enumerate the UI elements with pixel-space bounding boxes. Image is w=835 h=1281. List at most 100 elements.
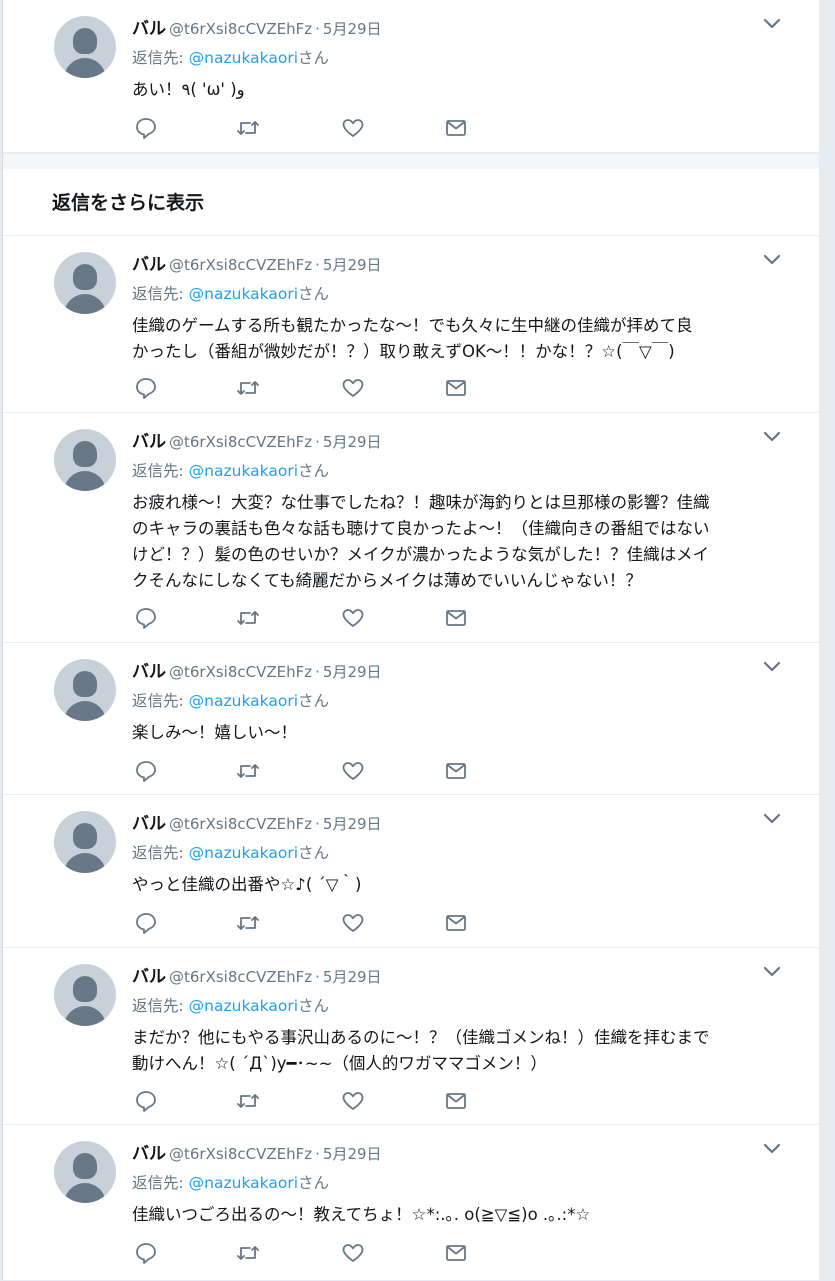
reply-suffix: さん [298,285,330,303]
more-replies-label[interactable]: 返信をさらに表示 [52,188,204,215]
avatar[interactable] [54,811,116,873]
user-handle[interactable]: @t6rXsi8cCVZEhFz [169,20,312,38]
reply-button[interactable] [134,117,160,141]
direct-message-button[interactable] [444,377,470,401]
reply-context: 返信先: @nazukakaoriさん [132,1171,329,1193]
reply-prefix: 返信先: [132,1174,189,1192]
chevron-down-icon[interactable] [761,659,783,675]
tweet[interactable]: バル @t6rXsi8cCVZEhFz · 5月29日 返信先: @nazukakao… [3,948,819,1125]
tweet[interactable]: バル @t6rXsi8cCVZEhFz · 5月29日 返信先: @nazukakao… [3,795,819,948]
retweet-icon [237,916,259,930]
retweet-button[interactable] [236,1242,262,1266]
reply-button[interactable] [134,377,160,401]
avatar[interactable] [54,964,116,1026]
tweet-date[interactable]: 5月29日 [323,256,382,274]
direct-message-icon [446,763,466,779]
user-handle[interactable]: @t6rXsi8cCVZEhFz [169,433,312,451]
user-handle[interactable]: @t6rXsi8cCVZEhFz [169,815,312,833]
tweet-header: バル @t6rXsi8cCVZEhFz · 5月29日 [132,1139,382,1164]
more-replies-header[interactable]: 返信をさらに表示 [3,169,819,236]
display-name[interactable]: バル [132,1144,166,1164]
reply-icon [136,118,156,139]
direct-message-button[interactable] [444,912,470,936]
reply-icon [136,913,156,934]
tweet[interactable]: バル @t6rXsi8cCVZEhFz · 5月29日 返信先: @nazukakao… [3,413,819,643]
display-name[interactable]: バル [132,255,166,275]
separator-dot: · [315,433,320,451]
retweet-button[interactable] [236,117,262,141]
tweet-date[interactable]: 5月29日 [323,663,382,681]
tweet[interactable]: バル @t6rXsi8cCVZEhFz · 5月29日 返信先: @nazukakao… [3,1125,819,1281]
like-button[interactable] [341,760,367,784]
reply-mention-link[interactable]: @nazukakaori [189,692,298,710]
like-button[interactable] [341,1242,367,1266]
chevron-down-icon[interactable] [761,811,783,827]
tweet[interactable]: バル @t6rXsi8cCVZEhFz · 5月29日 返信先: @nazukakao… [3,236,819,413]
avatar[interactable] [54,16,116,78]
avatar[interactable] [54,1141,116,1203]
reply-context: 返信先: @nazukakaoriさん [132,459,329,481]
direct-message-icon [446,610,466,626]
display-name[interactable]: バル [132,814,166,834]
tweet[interactable]: バル @t6rXsi8cCVZEhFz · 5月29日 返信先: @nazukakao… [3,0,819,153]
user-handle[interactable]: @t6rXsi8cCVZEhFz [169,663,312,681]
chevron-down-icon[interactable] [761,16,783,32]
reply-button[interactable] [134,760,160,784]
direct-message-button[interactable] [444,607,470,631]
like-button[interactable] [341,607,367,631]
direct-message-button[interactable] [444,117,470,141]
tweet-header: バル @t6rXsi8cCVZEhFz · 5月29日 [132,657,382,682]
chevron-down-icon[interactable] [761,964,783,980]
retweet-button[interactable] [236,377,262,401]
retweet-button[interactable] [236,1090,262,1114]
scroll-gutter [819,0,835,1280]
reply-button[interactable] [134,1242,160,1266]
like-button[interactable] [341,117,367,141]
retweet-button[interactable] [236,760,262,784]
retweet-button[interactable] [236,607,262,631]
reply-button[interactable] [134,1090,160,1114]
reply-mention-link[interactable]: @nazukakaori [189,997,298,1015]
direct-message-button[interactable] [444,1242,470,1266]
direct-message-icon [446,915,466,931]
display-name[interactable]: バル [132,662,166,682]
reply-button[interactable] [134,912,160,936]
tweet-date[interactable]: 5月29日 [323,1145,382,1163]
reply-context: 返信先: @nazukakaoriさん [132,46,329,68]
retweet-button[interactable] [236,912,262,936]
tweet-text: 佳織のゲームする所も観たかったな〜！でも久々に生中継の佳織が拝めて良 かったし（… [132,316,693,361]
display-name[interactable]: バル [132,19,166,39]
direct-message-icon [446,1245,466,1261]
reply-mention-link[interactable]: @nazukakaori [189,462,298,480]
reply-mention-link[interactable]: @nazukakaori [189,1174,298,1192]
tweet-date[interactable]: 5月29日 [323,20,382,38]
reply-button[interactable] [134,607,160,631]
display-name[interactable]: バル [132,967,166,987]
tweet-date[interactable]: 5月29日 [323,968,382,986]
reply-mention-link[interactable]: @nazukakaori [189,49,298,67]
reply-mention-link[interactable]: @nazukakaori [189,844,298,862]
avatar[interactable] [54,429,116,491]
like-button[interactable] [341,377,367,401]
tweet-text: あい！٩( 'ω' )و [132,80,245,99]
user-handle[interactable]: @t6rXsi8cCVZEhFz [169,968,312,986]
user-handle[interactable]: @t6rXsi8cCVZEhFz [169,1145,312,1163]
avatar[interactable] [54,659,116,721]
chevron-down-icon[interactable] [761,429,783,445]
direct-message-button[interactable] [444,1090,470,1114]
direct-message-icon [446,1093,466,1109]
direct-message-button[interactable] [444,760,470,784]
like-button[interactable] [341,912,367,936]
tweet-date[interactable]: 5月29日 [323,815,382,833]
reply-prefix: 返信先: [132,49,189,67]
chevron-down-icon[interactable] [761,1141,783,1157]
tweet-text: まだか？他にもやる事沢山あるのに〜！？（佳織ゴメンね！）佳織を拝むまで 動けへん… [132,1028,710,1073]
avatar[interactable] [54,252,116,314]
tweet[interactable]: バル @t6rXsi8cCVZEhFz · 5月29日 返信先: @nazukakao… [3,643,819,795]
chevron-down-icon[interactable] [761,252,783,268]
user-handle[interactable]: @t6rXsi8cCVZEhFz [169,256,312,274]
display-name[interactable]: バル [132,432,166,452]
like-button[interactable] [341,1090,367,1114]
reply-mention-link[interactable]: @nazukakaori [189,285,298,303]
tweet-date[interactable]: 5月29日 [323,433,382,451]
